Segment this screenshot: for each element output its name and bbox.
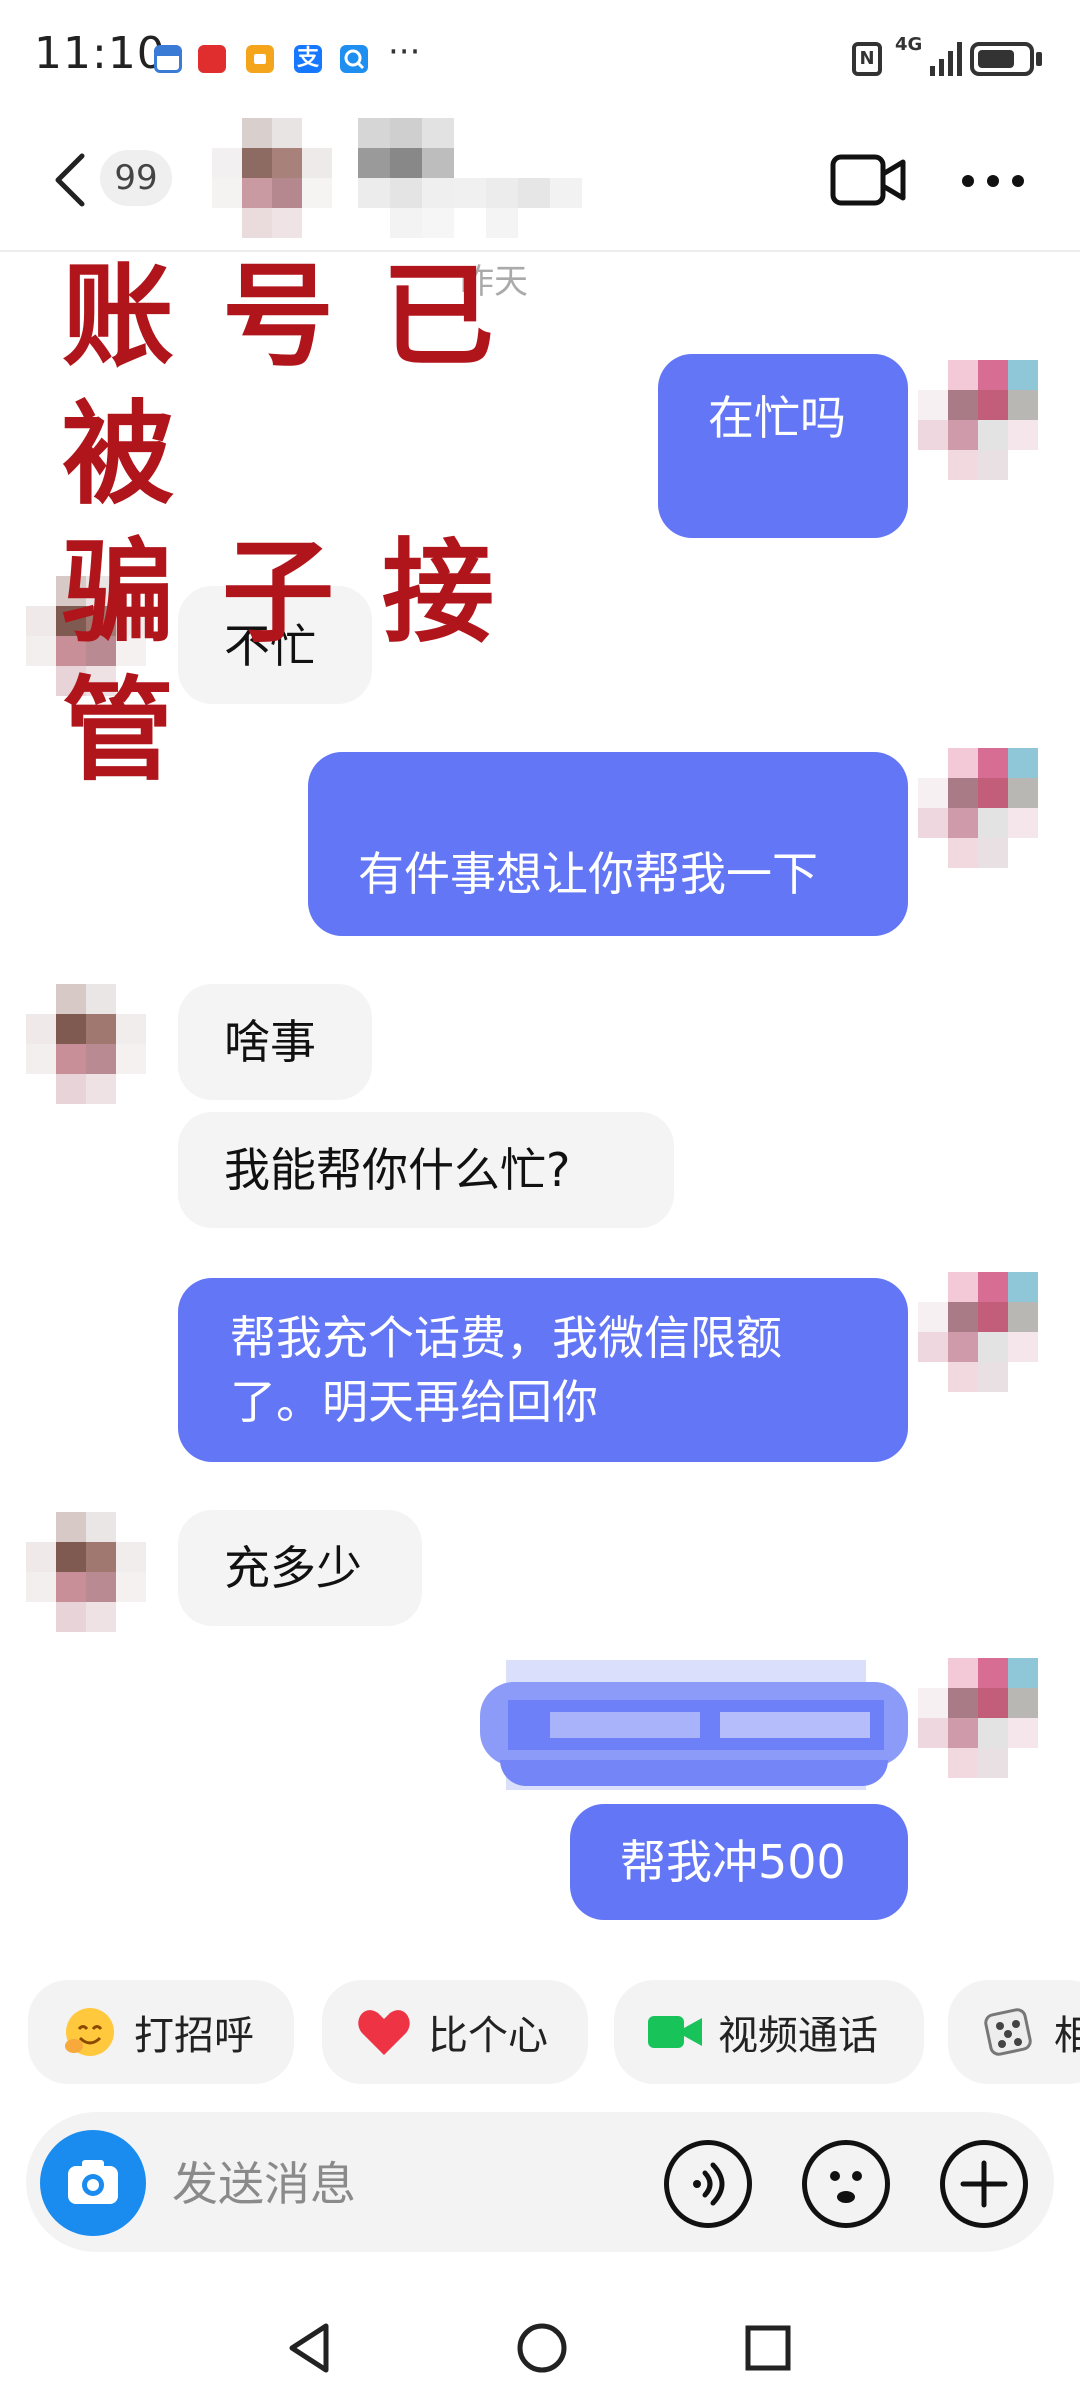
chip-label: 相 <box>1054 2013 1080 2059</box>
recents-nav-icon[interactable] <box>742 2320 794 2376</box>
status-bar: 11:10 支 ··· N 4G <box>0 0 1080 110</box>
message-out-blurred[interactable] <box>480 1660 908 1790</box>
nfc-icon: N <box>852 42 882 76</box>
quick-action-greet[interactable]: 打招呼 <box>28 1980 294 2084</box>
quick-action-video-call[interactable]: 视频通话 <box>614 1980 924 2084</box>
video-camera-icon <box>648 2012 702 2052</box>
battery-icon <box>970 42 1034 76</box>
warning-overlay: 账号已被 骗子接管 <box>62 248 662 800</box>
alipay-icon: 支 <box>294 45 322 73</box>
contact-avatar[interactable] <box>212 118 332 238</box>
back-nav-icon[interactable] <box>284 2320 334 2376</box>
unread-badge: 99 <box>100 150 172 206</box>
quick-action-dice[interactable]: 相 <box>948 1980 1080 2084</box>
my-avatar[interactable] <box>918 748 1038 868</box>
message-in[interactable]: 充多少 <box>178 1510 422 1626</box>
my-avatar[interactable] <box>918 1658 1038 1778</box>
plus-icon[interactable] <box>940 2140 1028 2228</box>
contact-name-blurred <box>358 118 582 238</box>
network-label: 4G <box>895 34 923 55</box>
my-avatar[interactable] <box>918 360 1038 480</box>
battery-tip <box>1036 52 1042 66</box>
more-icon[interactable] <box>958 166 1028 196</box>
message-out[interactable]: 帮我充个话费，我微信限额了。明天再给回你 <box>178 1278 908 1462</box>
chip-label: 比个心 <box>428 2013 548 2059</box>
heart-icon <box>356 2007 412 2057</box>
signal-icon <box>930 42 962 76</box>
status-overflow-icon: ··· <box>388 32 421 72</box>
back-arrow-icon[interactable] <box>48 150 92 210</box>
system-nav-bar <box>0 2280 1080 2400</box>
status-time: 11:10 <box>34 28 166 79</box>
chip-label: 视频通话 <box>718 2013 878 2059</box>
quick-action-heart[interactable]: 比个心 <box>322 1980 588 2084</box>
camera-icon[interactable] <box>40 2130 146 2236</box>
home-nav-icon[interactable] <box>514 2320 570 2376</box>
voice-icon[interactable] <box>664 2140 752 2228</box>
contact-avatar[interactable] <box>26 984 146 1104</box>
message-input[interactable] <box>170 2150 634 2218</box>
search-app-icon <box>340 45 368 73</box>
overlay-line-1: 账号已被 <box>62 252 542 520</box>
message-in[interactable]: 我能帮你什么忙? <box>178 1112 674 1228</box>
overlay-line-2: 骗子接管 <box>62 528 542 796</box>
emoji-icon[interactable] <box>802 2140 890 2228</box>
my-avatar[interactable] <box>918 1272 1038 1392</box>
video-call-icon[interactable] <box>830 152 906 208</box>
message-out[interactable]: 在忙吗 <box>658 354 908 538</box>
chip-label: 打招呼 <box>134 2013 254 2059</box>
contact-avatar[interactable] <box>26 1512 146 1632</box>
calendar-icon <box>154 45 182 73</box>
wave-face-icon <box>62 2004 118 2060</box>
message-out[interactable]: 帮我冲500 <box>570 1804 908 1920</box>
message-in[interactable]: 啥事 <box>178 984 372 1100</box>
dice-icon <box>982 2004 1038 2060</box>
notes-icon <box>246 45 274 73</box>
pinduoduo-icon <box>198 45 226 73</box>
